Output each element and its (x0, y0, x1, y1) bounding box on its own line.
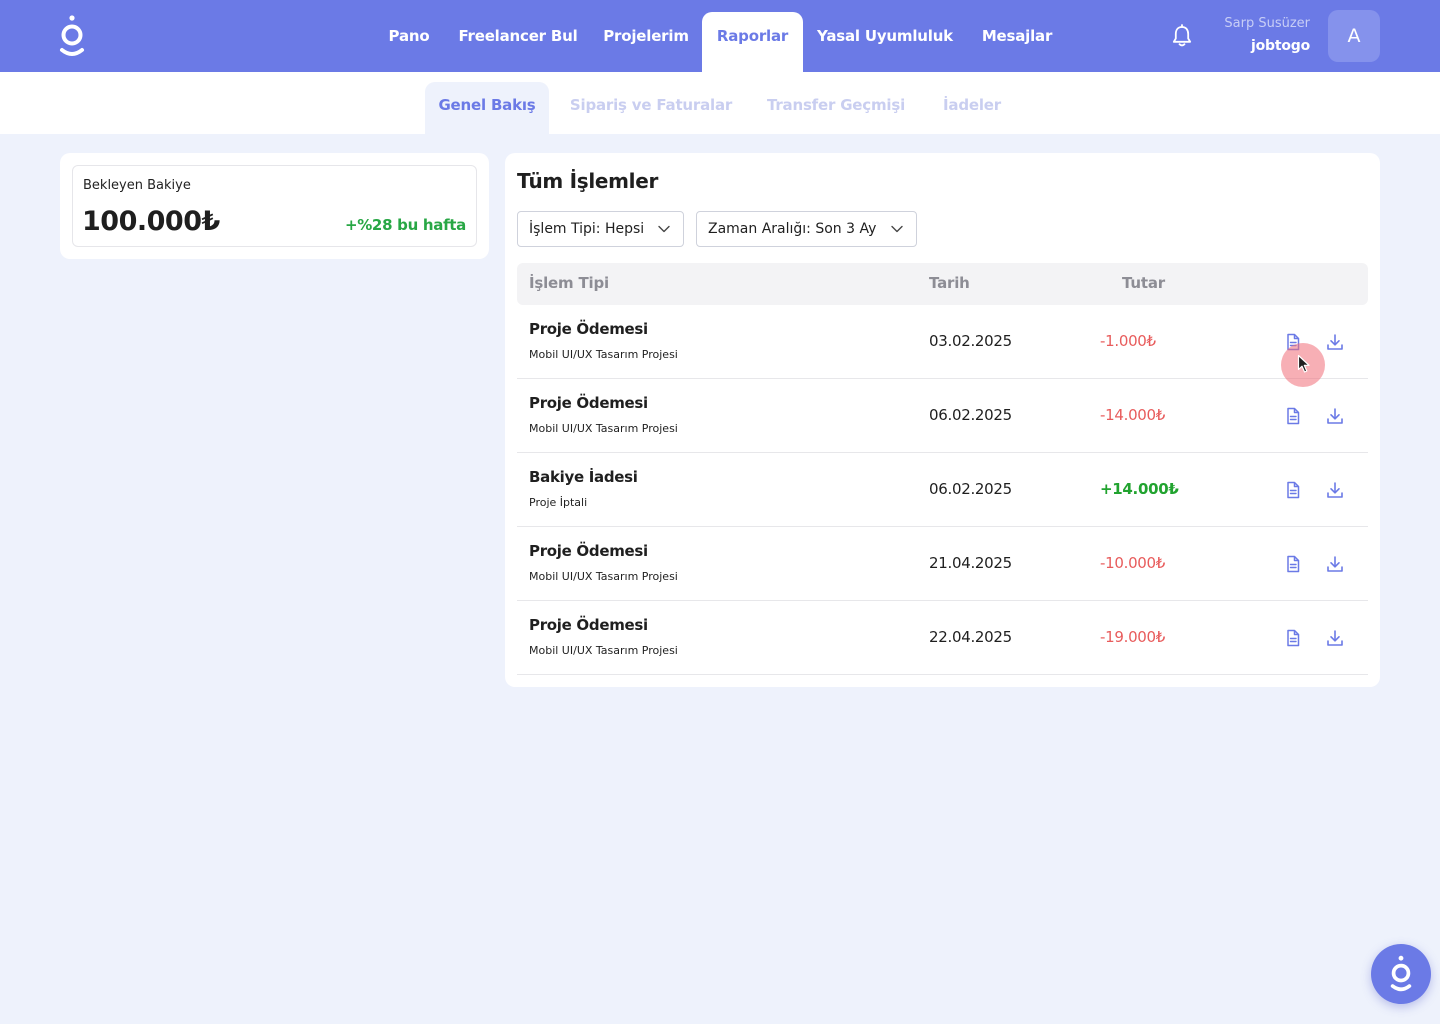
transaction-amount: -14.000₺ (1100, 406, 1166, 424)
avatar[interactable]: A (1328, 10, 1380, 62)
document-icon[interactable] (1283, 554, 1303, 574)
tab-transfer-gecmisi[interactable]: Transfer Geçmişi (756, 82, 916, 134)
document-icon[interactable] (1283, 628, 1303, 648)
transaction-date: 06.02.2025 (929, 480, 1012, 498)
user-name: Sarp Susüzer (1224, 16, 1310, 31)
tab-iadeler[interactable]: İadeler (932, 82, 1012, 134)
transaction-title: Proje Ödemesi (529, 320, 648, 338)
top-navbar: Pano Freelancer Bul Projelerim Raporlar … (0, 0, 1440, 72)
nav-item-freelancer-bul[interactable]: Freelancer Bul (452, 12, 584, 72)
table-row[interactable]: Proje Ödemesi Mobil UI/UX Tasarım Projes… (517, 379, 1368, 453)
date-range-filter[interactable]: Zaman Aralığı: Son 3 Ay (696, 211, 917, 247)
download-icon[interactable] (1325, 332, 1345, 352)
user-company: jobtogo (1251, 38, 1310, 54)
nav-item-yasal-uyumluluk[interactable]: Yasal Uyumluluk (810, 12, 960, 72)
tab-siparis-ve-faturalar[interactable]: Sipariş ve Faturalar (564, 82, 738, 134)
transaction-title: Bakiye İadesi (529, 468, 638, 486)
transaction-date: 03.02.2025 (929, 332, 1012, 350)
transaction-subtitle: Mobil UI/UX Tasarım Projesi (529, 570, 678, 583)
transaction-amount: -19.000₺ (1100, 628, 1166, 646)
bell-icon[interactable] (1171, 24, 1193, 48)
report-subtabs: Genel Bakış Sipariş ve Faturalar Transfe… (0, 72, 1440, 134)
pending-balance-card: Bekleyen Bakiye 100.000₺ +%28 bu hafta (72, 165, 477, 247)
document-icon[interactable] (1283, 480, 1303, 500)
transaction-subtitle: Mobil UI/UX Tasarım Projesi (529, 644, 678, 657)
balance-change: +%28 bu hafta (344, 216, 466, 234)
column-header-amount: Tutar (1122, 274, 1165, 292)
transaction-date: 21.04.2025 (929, 554, 1012, 572)
date-range-filter-label: Zaman Aralığı: Son 3 Ay (708, 221, 877, 237)
download-icon[interactable] (1325, 406, 1345, 426)
jobtogo-logo-icon (1390, 955, 1412, 992)
transaction-date: 22.04.2025 (929, 628, 1012, 646)
jobtogo-logo-icon[interactable] (58, 14, 86, 58)
transaction-type-filter[interactable]: İşlem Tipi: Hepsi (517, 211, 684, 247)
transaction-amount: +14.000₺ (1100, 480, 1179, 498)
table-header: İşlem Tipi Tarih Tutar (517, 263, 1368, 305)
download-icon[interactable] (1325, 480, 1345, 500)
support-chat-button[interactable] (1371, 944, 1431, 1004)
column-header-date: Tarih (929, 274, 970, 292)
balance-label: Bekleyen Bakiye (83, 178, 191, 193)
transaction-amount: -1.000₺ (1100, 332, 1156, 350)
column-header-type: İşlem Tipi (529, 274, 609, 292)
transaction-date: 06.02.2025 (929, 406, 1012, 424)
transaction-subtitle: Mobil UI/UX Tasarım Projesi (529, 348, 678, 361)
document-icon[interactable] (1283, 406, 1303, 426)
table-row[interactable]: Proje Ödemesi Mobil UI/UX Tasarım Projes… (517, 601, 1368, 675)
chevron-down-icon (891, 225, 903, 233)
transactions-panel: Tüm İşlemler İşlem Tipi: Hepsi Zaman Ara… (505, 153, 1380, 687)
table-row[interactable]: Proje Ödemesi Mobil UI/UX Tasarım Projes… (517, 527, 1368, 601)
nav-item-mesajlar[interactable]: Mesajlar (972, 12, 1062, 72)
transaction-title: Proje Ödemesi (529, 394, 648, 412)
nav-item-raporlar[interactable]: Raporlar (702, 12, 803, 72)
nav-item-pano[interactable]: Pano (378, 12, 440, 72)
download-icon[interactable] (1325, 628, 1345, 648)
transaction-title: Proje Ödemesi (529, 616, 648, 634)
nav-item-projelerim[interactable]: Projelerim (596, 12, 696, 72)
download-icon[interactable] (1325, 554, 1345, 574)
balance-value: 100.000₺ (82, 206, 220, 237)
transaction-amount: -10.000₺ (1100, 554, 1166, 572)
transaction-subtitle: Mobil UI/UX Tasarım Projesi (529, 422, 678, 435)
balance-widget: Bekleyen Bakiye 100.000₺ +%28 bu hafta (60, 153, 489, 259)
table-row[interactable]: Proje Ödemesi Mobil UI/UX Tasarım Projes… (517, 305, 1368, 379)
transaction-title: Proje Ödemesi (529, 542, 648, 560)
transactions-title: Tüm İşlemler (517, 169, 659, 193)
tab-genel-bakis[interactable]: Genel Bakış (425, 82, 549, 134)
table-row[interactable]: Bakiye İadesi Proje İptali 06.02.2025 +1… (517, 453, 1368, 527)
transaction-type-filter-label: İşlem Tipi: Hepsi (529, 221, 645, 237)
transaction-subtitle: Proje İptali (529, 496, 588, 509)
chevron-down-icon (658, 225, 670, 233)
mouse-cursor-icon (1297, 354, 1310, 373)
